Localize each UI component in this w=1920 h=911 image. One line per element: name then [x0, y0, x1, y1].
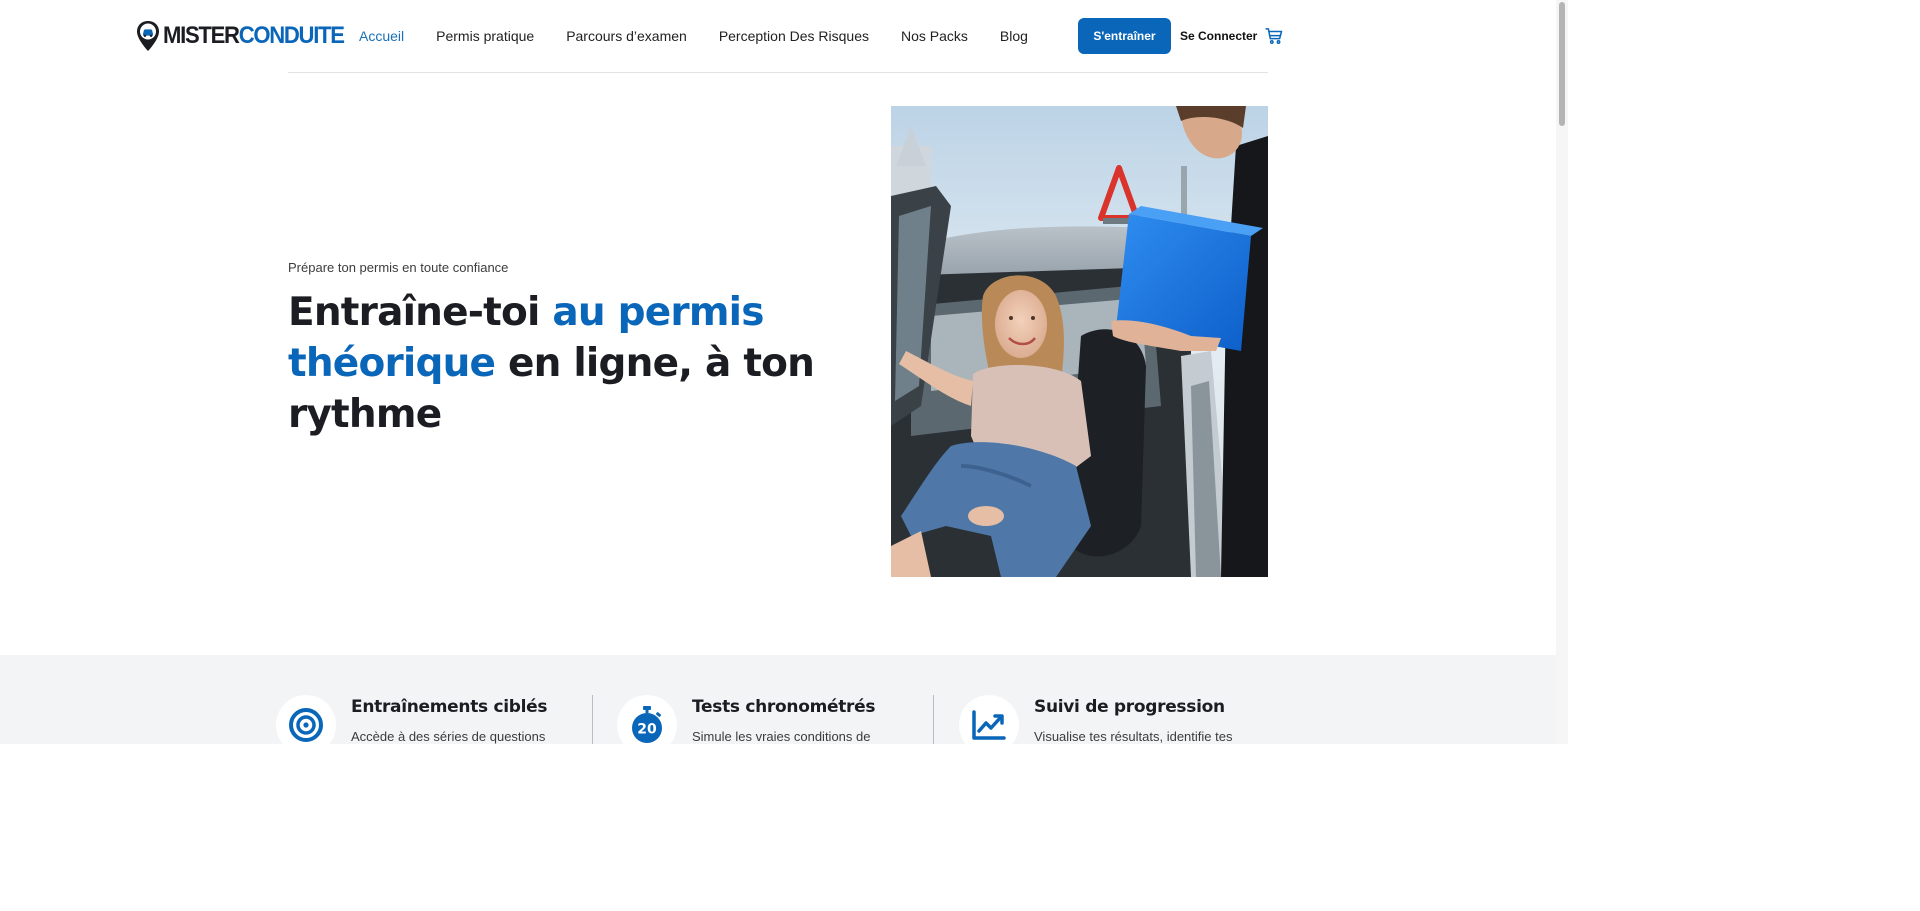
- stopwatch-number: 20: [637, 722, 657, 738]
- feature-icon-circle: 20: [617, 695, 677, 755]
- cart-icon[interactable]: [1265, 27, 1283, 45]
- nav-item-accueil[interactable]: Accueil: [359, 26, 404, 46]
- logo-text-conduite: CONDUITE: [238, 22, 345, 49]
- logo-text-mister: MISTER: [163, 22, 240, 49]
- feature-desc: Accède à des séries de questions: [351, 729, 546, 744]
- header-divider: [288, 72, 1268, 73]
- feature-desc: Visualise tes résultats, identifie tes: [1034, 729, 1233, 744]
- hero-kicker: Prépare ton permis en toute confiance: [288, 260, 509, 275]
- hero-headline: Entraîne-toi au permis théorique en lign…: [288, 287, 828, 440]
- feature-desc: Simule les vraies conditions de: [692, 729, 871, 744]
- feature-title: Entraînements ciblés: [351, 697, 548, 717]
- location-pin-icon: [137, 21, 159, 51]
- train-button[interactable]: S'entraîner: [1078, 18, 1171, 54]
- feature-separator: [933, 695, 934, 744]
- main-nav: Accueil Permis pratique Parcours d’exame…: [359, 26, 1028, 46]
- logo-wordmark: MISTERCONDUITE: [163, 22, 345, 50]
- headline-part1: Entraîne-toi: [288, 290, 553, 335]
- scrollbar-thumb[interactable]: [1559, 2, 1565, 126]
- nav-item-nos-packs[interactable]: Nos Packs: [901, 26, 968, 46]
- feature-title: Tests chronométrés: [692, 697, 876, 717]
- feature-icon-circle: [276, 695, 336, 755]
- nav-item-permis-pratique[interactable]: Permis pratique: [436, 26, 534, 46]
- chart-up-icon: [972, 710, 1006, 740]
- feature-icon-circle: [959, 695, 1019, 755]
- login-link[interactable]: Se Connecter: [1180, 27, 1257, 45]
- site-header: MISTERCONDUITE Accueil Permis pratique P…: [0, 0, 1556, 72]
- target-icon: [289, 708, 323, 742]
- site-logo[interactable]: MISTERCONDUITE: [136, 20, 359, 52]
- nav-item-perception-risques[interactable]: Perception Des Risques: [719, 26, 869, 46]
- feature-title: Suivi de progression: [1034, 697, 1225, 717]
- nav-item-blog[interactable]: Blog: [1000, 26, 1028, 46]
- stopwatch-icon: 20: [632, 706, 662, 743]
- page-scrollbar[interactable]: [1556, 0, 1568, 744]
- hero-photo: [891, 106, 1268, 577]
- feature-separator: [592, 695, 593, 744]
- nav-item-parcours-examen[interactable]: Parcours d’examen: [566, 26, 687, 46]
